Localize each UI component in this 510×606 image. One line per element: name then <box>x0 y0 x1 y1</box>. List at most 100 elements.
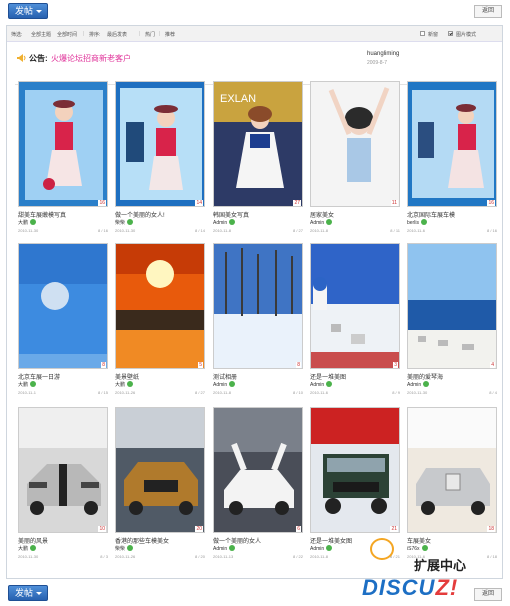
album-reply-count: 8 / 10 <box>292 390 303 395</box>
new-window-checkbox[interactable] <box>420 31 425 36</box>
thread-list-panel: 筛选: 全部主题 全部时间 | 排序: 最后发表 | 热门 | 推荐 新窗 图片… <box>6 25 503 579</box>
album-thumbnail[interactable]: 20 <box>115 407 205 533</box>
album-reply-count: 8 / 14 <box>194 228 205 233</box>
album-thumbnail[interactable]: 10 <box>18 407 108 533</box>
album-item[interactable]: 6 做一个美丽的女人 Admin 2010-11-13 8 / 22 <box>213 407 305 565</box>
album-author[interactable]: 大鹏 <box>18 219 37 226</box>
album-author[interactable]: Admin <box>213 381 236 388</box>
verified-icon <box>229 381 236 387</box>
album-thumbnail[interactable]: EXLAN 27 <box>213 81 303 207</box>
back-label: 返回 <box>481 8 494 14</box>
album-author[interactable]: 柴柴 <box>115 219 134 226</box>
album-item[interactable]: 4 美丽的爱琴海 Admin 2010-11-30 8 / 4 <box>407 243 499 401</box>
album-author[interactable]: Admin <box>310 219 333 226</box>
album-author[interactable]: Admin <box>213 545 236 552</box>
album-author[interactable]: 柴柴 <box>115 545 134 552</box>
logo-en-text: DISCUZ! <box>362 575 459 600</box>
album-date: 2010-11-26 <box>115 390 136 395</box>
album-thumbnail[interactable]: 6 <box>213 407 303 533</box>
album-thumbnail[interactable]: 14 <box>115 81 205 207</box>
album-item[interactable]: 8 测试相册 Admin 2010-11-8 8 / 10 <box>213 243 305 401</box>
divider: | <box>159 31 161 37</box>
sort-label: 排序: <box>89 32 101 38</box>
album-item[interactable]: 16 北京国际车展车模 berlis 2010-11-6 8 / 16 <box>407 81 499 239</box>
verified-icon <box>326 381 333 387</box>
album-thumbnail[interactable]: 16 <box>18 81 108 207</box>
album-date: 2010-11-30 <box>407 390 428 395</box>
album-thumbnail[interactable]: 11 <box>310 81 400 207</box>
album-thumbnail[interactable]: 8 <box>18 243 108 369</box>
album-date: 2010-11-30 <box>18 228 39 233</box>
album-item[interactable]: 20 香港的那些车模美女 柴柴 2010-11-26 8 / 20 <box>115 407 207 565</box>
album-reply-count: 8 / 22 <box>292 554 303 559</box>
album-author[interactable]: Admin <box>407 381 430 388</box>
album-thumbnail[interactable]: 16 <box>407 81 497 207</box>
album-title[interactable]: 美景壁纸 <box>115 372 139 381</box>
chat-bubble-icon <box>370 538 394 560</box>
new-window-label: 新窗 <box>428 32 439 38</box>
image-mode-checkbox[interactable] <box>448 31 453 36</box>
image-count-badge: 16 <box>98 200 106 206</box>
album-reply-count: 8 / 3 <box>100 554 108 559</box>
sort-last-post[interactable]: 最后发表 <box>107 31 127 38</box>
album-title[interactable]: 香港的那些车模美女 <box>115 536 169 545</box>
album-item[interactable]: 3 还是一堆美图 Admin 2010-11-6 8 / 9 <box>310 243 402 401</box>
album-author[interactable]: 大鹏 <box>18 545 37 552</box>
album-title[interactable]: 测试相册 <box>213 372 237 381</box>
album-title[interactable]: 美丽的风景 <box>18 536 48 545</box>
album-thumbnail[interactable]: 21 <box>310 407 400 533</box>
album-item[interactable]: 8 北京车展一日游 大鹏 2010-11-1 8 / 15 <box>18 243 110 401</box>
album-item[interactable]: 5 美景壁纸 大鹏 2010-11-26 8 / 27 <box>115 243 207 401</box>
announcement-link[interactable]: 火爆论坛招商新老客户 <box>51 53 131 64</box>
post-label: 发帖 <box>15 6 34 16</box>
album-author[interactable]: Admin <box>213 219 236 226</box>
album-title[interactable]: 北京车展一日游 <box>18 372 60 381</box>
discuz-watermark-logo: 扩展中心 DISCUZ! <box>358 533 508 605</box>
filter-recommended[interactable]: 推荐 <box>165 31 175 38</box>
album-title[interactable]: 韩国美女写真 <box>213 210 249 219</box>
album-thumbnail[interactable]: 3 <box>310 243 400 369</box>
album-item[interactable]: EXLAN 27 韩国美女写真 Admin 2010-11-8 8 / 27 <box>213 81 305 239</box>
album-thumbnail[interactable]: 5 <box>115 243 205 369</box>
verified-icon <box>30 381 37 387</box>
album-title[interactable]: 北京国际车展车模 <box>407 210 455 219</box>
verified-icon <box>127 219 134 225</box>
album-item[interactable]: 10 美丽的风景 大鹏 2010-11-30 8 / 3 <box>18 407 110 565</box>
announcement-author[interactable]: huangliming <box>367 51 399 57</box>
album-title[interactable]: 甜美车展嫩模写真 <box>18 210 66 219</box>
filter-all-time[interactable]: 全部时间 <box>57 31 77 38</box>
album-reply-count: 8 / 27 <box>194 390 205 395</box>
image-count-badge: 21 <box>390 526 398 532</box>
divider: | <box>83 31 85 37</box>
album-author[interactable]: berlis <box>407 219 427 226</box>
album-item[interactable]: 11 居家美女 Admin 2010-11-8 8 / 11 <box>310 81 402 239</box>
album-item[interactable]: 14 做一个美丽的女人! 柴柴 2010-11-30 8 / 14 <box>115 81 207 239</box>
album-title[interactable]: 美丽的爱琴海 <box>407 372 443 381</box>
album-date: 2010-11-30 <box>115 228 136 233</box>
post-button[interactable]: 发帖 <box>8 585 48 601</box>
album-thumbnail[interactable]: 18 <box>407 407 497 533</box>
album-date: 2010-11-6 <box>407 228 425 233</box>
album-thumbnail[interactable]: 4 <box>407 243 497 369</box>
logo-cn-text: 扩展中心 <box>414 558 467 573</box>
image-count-badge: 6 <box>296 526 301 532</box>
image-count-badge: 8 <box>296 362 301 368</box>
post-button[interactable]: 发帖 <box>8 3 48 19</box>
album-date: 2010-11-30 <box>18 554 39 559</box>
album-author[interactable]: 大鹏 <box>18 381 37 388</box>
album-author[interactable]: 大鹏 <box>115 381 134 388</box>
album-title[interactable]: 居家美女 <box>310 210 334 219</box>
album-title[interactable]: 还是一堆美图 <box>310 372 346 381</box>
album-title[interactable]: 做一个美丽的女人 <box>213 536 261 545</box>
album-thumbnail[interactable]: 8 <box>213 243 303 369</box>
filter-hot[interactable]: 热门 <box>145 31 155 38</box>
album-title[interactable]: 还是一堆美女图 <box>310 536 352 545</box>
album-title[interactable]: 做一个美丽的女人! <box>115 210 165 219</box>
album-item[interactable]: 16 甜美车展嫩模写真 大鹏 2010-11-30 8 / 16 <box>18 81 110 239</box>
image-count-badge: 5 <box>198 362 203 368</box>
filter-all-topics[interactable]: 全部主题 <box>31 31 51 38</box>
back-button[interactable]: 返回 <box>474 5 502 18</box>
album-author[interactable]: Admin <box>310 381 333 388</box>
filter-label: 筛选: <box>11 32 23 38</box>
album-author[interactable]: Admin <box>310 545 333 552</box>
